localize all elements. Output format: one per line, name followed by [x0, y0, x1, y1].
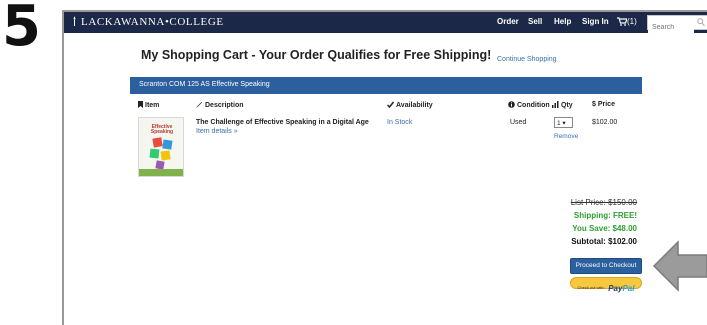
- column-header-condition: Condition: [508, 101, 550, 109]
- book-cover-footer: [139, 169, 183, 176]
- step-number: 5: [2, 0, 41, 59]
- paypal-checkout-button[interactable]: Check out with PayPal: [570, 277, 642, 293]
- nav-cart[interactable]: (1): [617, 17, 637, 26]
- item-details-link[interactable]: Item details »: [196, 128, 238, 135]
- book-title[interactable]: The Challenge of Effective Speaking in a…: [196, 119, 369, 126]
- paypal-logo-pal: Pal: [622, 284, 635, 293]
- logo-text: LACKAWANNA•COLLEGE: [81, 16, 224, 28]
- order-totals: List Price: $150.00 Shipping: FREE! You …: [571, 196, 637, 248]
- availability-status: In Stock: [387, 119, 413, 126]
- cart-icon: [617, 17, 628, 26]
- cart-count: (1): [627, 17, 637, 26]
- nav-order[interactable]: Order: [497, 17, 519, 26]
- remove-link[interactable]: Remove: [554, 133, 578, 140]
- continue-shopping-link[interactable]: Continue Shopping: [497, 56, 557, 63]
- nav-help[interactable]: Help: [554, 17, 571, 26]
- top-navigation-bar: LACKAWANNA•COLLEGE Order Sell Help Sign …: [64, 12, 707, 34]
- column-header-item: Item: [138, 101, 159, 109]
- page-title: My Shopping Cart - Your Order Qualifies …: [141, 48, 492, 62]
- bookmark-icon: [138, 101, 143, 108]
- search-input[interactable]: [648, 21, 694, 34]
- search-icon[interactable]: [697, 18, 705, 27]
- info-circle-icon: [508, 101, 515, 108]
- browser-frame: LACKAWANNA•COLLEGE Order Sell Help Sign …: [62, 10, 707, 325]
- column-header-qty: Qty: [552, 101, 573, 109]
- nav-sell[interactable]: Sell: [528, 17, 542, 26]
- screenshot-stage: 5 LACKAWANNA•COLLEGE Order Sell Help Sig…: [0, 0, 707, 325]
- bar-chart-icon: [552, 101, 559, 108]
- subtotal: Subtotal: $102.00: [571, 237, 637, 246]
- book-cover-image[interactable]: Effective Speaking: [138, 117, 184, 177]
- item-price: $102.00: [592, 119, 618, 126]
- quantity-select[interactable]: 1 ▾: [554, 117, 573, 128]
- college-logo[interactable]: LACKAWANNA•COLLEGE: [72, 16, 224, 28]
- column-header-description: Description: [196, 101, 244, 109]
- list-price: List Price: $150.00: [570, 198, 637, 207]
- arrow-left-icon: [652, 240, 707, 292]
- savings-amount: You Save: $48.00: [572, 224, 637, 233]
- proceed-to-checkout-button[interactable]: Proceed to Checkout: [570, 258, 642, 274]
- checkmark-icon: [386, 101, 395, 109]
- nav-sign-in[interactable]: Sign In: [582, 17, 609, 26]
- column-header-price: $ Price: [592, 101, 615, 108]
- book-cover-art: [149, 137, 173, 170]
- shipping-status: Shipping: FREE!: [573, 211, 637, 220]
- condition-value: Used: [510, 119, 527, 126]
- paypal-prefix: Check out with: [577, 285, 604, 290]
- search-box[interactable]: [647, 15, 707, 34]
- lamp-icon: [73, 16, 76, 26]
- pencil-icon: [196, 102, 202, 108]
- paypal-logo-pay: Pay: [608, 284, 623, 293]
- course-header-bar: Scranton COM 125 AS Effective Speaking: [130, 77, 642, 94]
- column-header-availability: Availability: [386, 101, 433, 109]
